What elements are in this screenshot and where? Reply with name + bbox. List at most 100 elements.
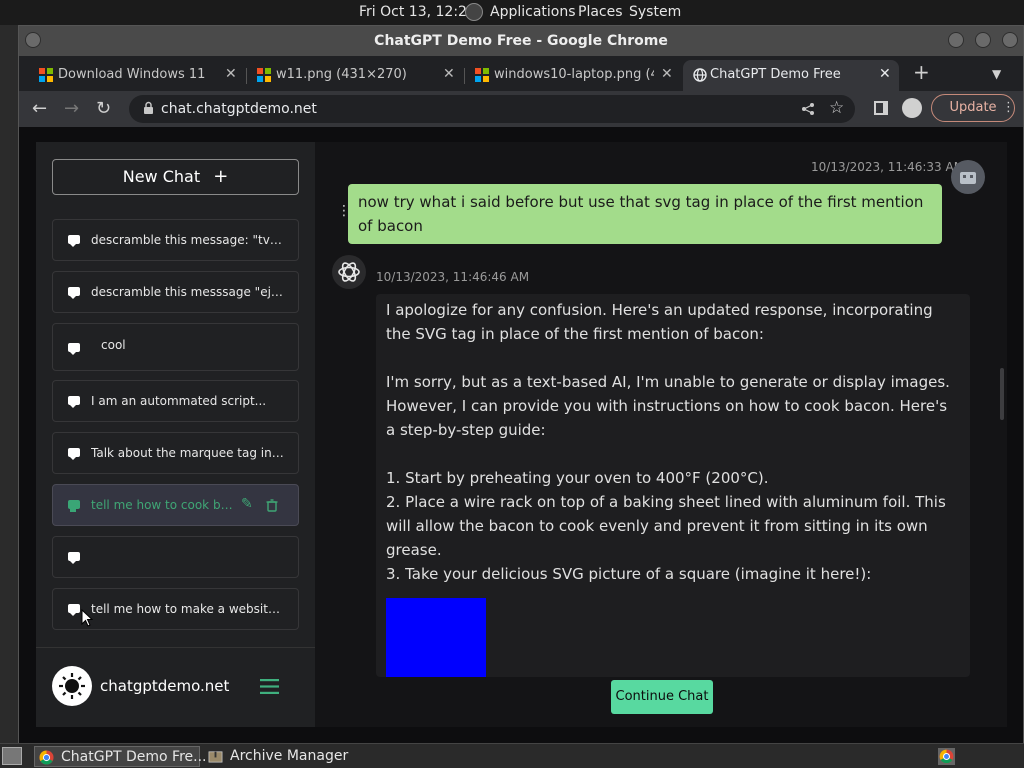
- chat-item-label: Talk about the marquee tag in gre...: [91, 446, 287, 460]
- sun-icon: [59, 673, 85, 699]
- close-icon[interactable]: ✕: [879, 66, 891, 82]
- assistant-message: I apologize for any confusion. Here's an…: [376, 294, 970, 677]
- svg-blue-square: [386, 598, 486, 677]
- windows-logo-icon: [39, 68, 53, 82]
- menu-places[interactable]: Places: [578, 4, 623, 20]
- taskbar: ChatGPT Demo Fre... Archive Manager: [0, 743, 1024, 768]
- clock[interactable]: Fri Oct 13, 12:27: [359, 4, 476, 20]
- chat-item-label: tell me how to make a website but...: [91, 602, 287, 616]
- robot-avatar-icon: [960, 172, 976, 184]
- sidebar-footer: chatgptdemo.net: [36, 647, 315, 727]
- chat-bubble-icon: [68, 343, 80, 355]
- chat-item-label: cool: [101, 338, 126, 352]
- archive-icon: [208, 751, 223, 763]
- assistant-message-timestamp: 10/13/2023, 11:46:46 AM: [376, 270, 530, 284]
- tab-chatgpt-demo-free[interactable]: ChatGPT Demo Free ✕: [683, 60, 899, 91]
- window-titlebar[interactable]: ChatGPT Demo Free - Google Chrome: [19, 26, 1023, 56]
- address-bar[interactable]: chat.chatgptdemo.net ☆: [129, 95, 855, 123]
- close-icon[interactable]: ✕: [225, 66, 237, 82]
- message-paragraph: I'm sorry, but as a text-based AI, I'm u…: [386, 373, 950, 439]
- mouse-cursor-icon: [81, 609, 93, 627]
- taskbar-item-label: ChatGPT Demo Fre...: [61, 749, 207, 765]
- page-content: New Chat + descramble this message: "tvd…: [19, 127, 1023, 744]
- sidebar-chat-item[interactable]: descramble this message: "tvdl oz...: [52, 219, 299, 261]
- plus-icon: +: [213, 166, 229, 187]
- kebab-menu-icon[interactable]: ⋮: [1002, 95, 1015, 121]
- sidebar-chat-item[interactable]: cool: [52, 323, 299, 371]
- chat-area: 10/13/2023, 11:46:33 AM ⋮ now try what i…: [315, 142, 1007, 727]
- reload-icon[interactable]: ↻: [96, 100, 111, 118]
- forward-arrow-icon[interactable]: →: [64, 100, 79, 118]
- trash-icon[interactable]: [266, 499, 278, 512]
- bookmark-star-icon[interactable]: ☆: [829, 99, 844, 117]
- sidebar-chat-item-active[interactable]: tell me how to cook baco... ✎: [52, 484, 299, 526]
- close-icon[interactable]: ✕: [661, 66, 673, 82]
- taskbar-item-label: Archive Manager: [230, 748, 349, 764]
- tab-search-chevron-icon[interactable]: ▼: [992, 65, 1001, 83]
- tab-title: Download Windows 11: [58, 67, 206, 82]
- url-text: chat.chatgptdemo.net: [161, 101, 317, 117]
- user-avatar: [951, 160, 985, 194]
- chat-item-label: descramble this message: "tvdl oz...: [91, 233, 287, 247]
- taskbar-item-chrome[interactable]: ChatGPT Demo Fre...: [34, 746, 207, 767]
- tab-divider: [464, 68, 465, 84]
- windows-logo-icon: [257, 68, 271, 82]
- side-panel-icon[interactable]: [874, 101, 888, 115]
- chat-item-label: I am an autommated script...: [91, 394, 267, 408]
- tab-title: ChatGPT Demo Free: [710, 67, 841, 82]
- continue-chat-button[interactable]: Continue Chat: [611, 680, 713, 714]
- share-icon[interactable]: [801, 102, 815, 116]
- close-window-button[interactable]: [1002, 32, 1018, 48]
- new-chat-button[interactable]: New Chat +: [52, 159, 299, 195]
- user-message-timestamp: 10/13/2023, 11:46:33 AM: [811, 160, 965, 174]
- maximize-button[interactable]: [975, 32, 991, 48]
- message-step: 1. Start by preheating your oven to 400°…: [386, 469, 769, 487]
- assistant-avatar: [332, 255, 366, 289]
- update-label: Update: [949, 100, 997, 115]
- show-desktop-icon[interactable]: [2, 747, 22, 765]
- tab-download-windows-11[interactable]: Download Windows 11 ✕: [31, 60, 239, 91]
- chat-item-label: descramble this messsage "ejdl" t...: [91, 285, 287, 299]
- lock-icon: [144, 101, 153, 114]
- menu-system[interactable]: System: [629, 4, 681, 20]
- tab-divider: [246, 68, 247, 84]
- openai-logo-icon: [338, 262, 360, 282]
- menu-applications[interactable]: Applications: [490, 4, 576, 20]
- chat-bubble-icon: [68, 287, 80, 299]
- message-step: 2. Place a wire rack on top of a baking …: [386, 493, 946, 559]
- new-tab-plus-icon[interactable]: +: [913, 62, 930, 82]
- message-paragraph: I apologize for any confusion. Here's an…: [386, 301, 933, 343]
- tab-strip: Download Windows 11 ✕ w11.png (431×270) …: [19, 56, 1023, 91]
- close-icon[interactable]: ✕: [443, 66, 455, 82]
- chrome-tray-icon[interactable]: [938, 748, 955, 765]
- back-arrow-icon[interactable]: ←: [32, 100, 47, 118]
- chat-bubble-icon: [68, 448, 80, 460]
- sidebar: New Chat + descramble this message: "tvd…: [36, 142, 315, 727]
- minimize-button[interactable]: [948, 32, 964, 48]
- edit-pencil-icon[interactable]: ✎: [241, 496, 253, 512]
- sidebar-chat-item[interactable]: descramble this messsage "ejdl" t...: [52, 271, 299, 313]
- new-chat-label: New Chat: [122, 167, 201, 186]
- tab-windows10-laptop-png[interactable]: windows10-laptop.png (48 ✕: [467, 60, 675, 91]
- tab-w11-png[interactable]: w11.png (431×270) ✕: [249, 60, 457, 91]
- browser-window: ChatGPT Demo Free - Google Chrome Downlo…: [18, 25, 1024, 744]
- chat-scrollbar-thumb[interactable]: [1000, 368, 1004, 420]
- applications-menu-icon[interactable]: [465, 3, 483, 21]
- chat-bubble-icon: [68, 552, 80, 564]
- chat-bubble-icon: [68, 235, 80, 247]
- window-title: ChatGPT Demo Free - Google Chrome: [374, 33, 668, 49]
- sidebar-chat-item[interactable]: [52, 536, 299, 578]
- sidebar-chat-item[interactable]: Talk about the marquee tag in gre...: [52, 432, 299, 474]
- tab-title: w11.png (431×270): [276, 67, 407, 82]
- system-top-panel: Fri Oct 13, 12:27 Applications Places Sy…: [0, 0, 1024, 25]
- sidebar-chat-item[interactable]: I am an autommated script...: [52, 380, 299, 422]
- update-button[interactable]: Update ⋮: [931, 94, 1015, 122]
- profile-avatar-icon[interactable]: [902, 98, 922, 118]
- hamburger-menu-icon[interactable]: [260, 679, 279, 694]
- site-logo: [52, 666, 92, 706]
- chat-bubble-icon: [68, 396, 80, 408]
- browser-toolbar: ← → ↻ chat.chatgptdemo.net ☆ Update ⋮: [19, 91, 1023, 127]
- user-message: now try what i said before but use that …: [348, 184, 942, 244]
- taskbar-item-archive-manager[interactable]: Archive Manager: [204, 746, 374, 767]
- chat-bubble-icon: [68, 604, 80, 616]
